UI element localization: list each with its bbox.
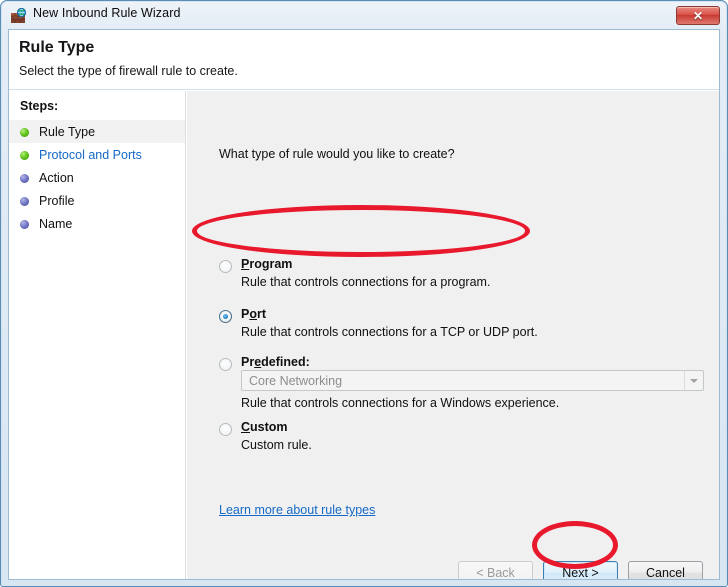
sidebar-item-label: Profile xyxy=(39,193,75,208)
step-bullet-icon xyxy=(20,127,29,137)
cancel-button[interactable]: Cancel xyxy=(628,561,703,579)
predefined-dropdown[interactable]: Core Networking xyxy=(241,370,704,391)
learn-more-link[interactable]: Learn more about rule types xyxy=(219,503,375,517)
page-subtitle: Select the type of firewall rule to crea… xyxy=(19,64,238,78)
rule-type-question: What type of rule would you like to crea… xyxy=(219,147,455,161)
accel-char: o xyxy=(249,307,257,321)
page-title: Rule Type xyxy=(19,39,95,56)
option-program-description: Rule that controls connections for a pro… xyxy=(241,275,491,289)
sidebar-item-label: Rule Type xyxy=(39,124,96,139)
option-port-description: Rule that controls connections for a TCP… xyxy=(241,325,538,339)
option-predefined-label: Predefined: xyxy=(241,355,310,369)
button-bar: < Back Next > Cancel xyxy=(187,525,719,579)
steps-sidebar: Steps: Rule Type Protocol and Ports Acti… xyxy=(9,91,186,579)
label-rest: rt xyxy=(256,307,267,321)
option-custom-description: Custom rule. xyxy=(241,438,312,452)
option-custom-label: Custom xyxy=(241,420,288,434)
accel-char: C xyxy=(241,420,251,434)
radio-predefined[interactable] xyxy=(219,358,232,371)
label-rest: rogram xyxy=(249,257,293,271)
step-bullet-icon xyxy=(20,219,29,229)
option-program-label: Program xyxy=(241,257,292,271)
predefined-dropdown-value: Core Networking xyxy=(249,374,343,388)
label-rest: ustom xyxy=(250,420,288,434)
sidebar-item-protocol-and-ports[interactable]: Protocol and Ports xyxy=(9,143,185,166)
sidebar-item-label: Protocol and Ports xyxy=(39,147,142,162)
sidebar-item-action[interactable]: Action xyxy=(9,166,185,189)
sidebar-item-profile[interactable]: Profile xyxy=(9,189,185,212)
option-port-label: Port xyxy=(241,307,266,321)
label-start: Pr xyxy=(241,355,255,369)
window-frame-inner: New Inbound Rule Wizard ✕ Rule Type Sele… xyxy=(2,2,726,586)
back-button[interactable]: < Back xyxy=(458,561,533,579)
steps-list: Rule Type Protocol and Ports Action Prof… xyxy=(9,120,185,235)
sidebar-item-label: Name xyxy=(39,216,73,231)
window-title: New Inbound Rule Wizard xyxy=(33,6,181,20)
close-button[interactable]: ✕ xyxy=(676,6,720,25)
page-header: Rule Type Select the type of firewall ru… xyxy=(9,30,719,90)
radio-program[interactable] xyxy=(219,260,232,273)
radio-custom[interactable] xyxy=(219,423,232,436)
step-bullet-icon xyxy=(20,150,29,160)
main-content: What type of rule would you like to crea… xyxy=(187,91,719,579)
step-bullet-icon xyxy=(20,196,29,206)
option-predefined-description: Rule that controls connections for a Win… xyxy=(241,396,560,410)
close-icon: ✕ xyxy=(692,8,704,23)
firewall-brick-globe-icon xyxy=(11,7,27,24)
client-area: Rule Type Select the type of firewall ru… xyxy=(8,29,720,580)
title-bar: New Inbound Rule Wizard ✕ xyxy=(2,2,726,29)
radio-port[interactable] xyxy=(219,310,232,323)
wizard-window: New Inbound Rule Wizard ✕ Rule Type Sele… xyxy=(0,0,728,587)
label-rest: defined: xyxy=(261,355,310,369)
sidebar-item-name[interactable]: Name xyxy=(9,212,185,235)
next-button[interactable]: Next > xyxy=(543,561,618,579)
chevron-down-icon xyxy=(684,371,703,390)
step-bullet-icon xyxy=(20,173,29,183)
steps-label: Steps: xyxy=(20,99,59,113)
sidebar-item-rule-type[interactable]: Rule Type xyxy=(9,120,185,143)
sidebar-item-label: Action xyxy=(39,170,74,185)
